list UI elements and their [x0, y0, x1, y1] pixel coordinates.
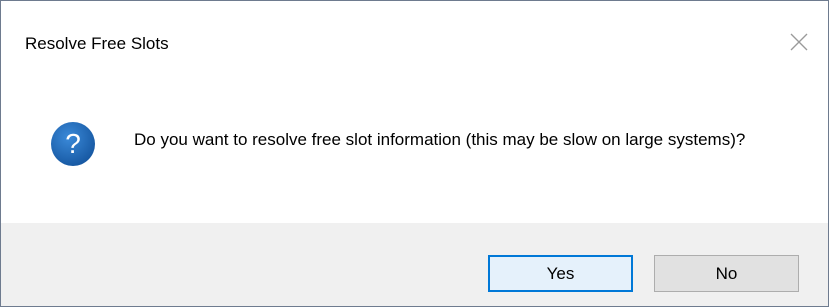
title-bar: Resolve Free Slots [1, 1, 828, 87]
dialog-title: Resolve Free Slots [25, 34, 169, 53]
message-dialog: Resolve Free Slots ? Do you want to reso [0, 0, 829, 307]
no-button[interactable]: No [654, 255, 799, 292]
svg-text:?: ? [65, 128, 81, 159]
dialog-content: ? Do you want to resolve free slot infor… [1, 87, 828, 221]
button-bar: Yes No [1, 223, 828, 306]
yes-button[interactable]: Yes [488, 255, 633, 292]
question-icon: ? [50, 121, 96, 167]
close-icon [790, 33, 808, 51]
close-button[interactable] [770, 1, 828, 83]
dialog-message: Do you want to resolve free slot informa… [134, 130, 746, 149]
